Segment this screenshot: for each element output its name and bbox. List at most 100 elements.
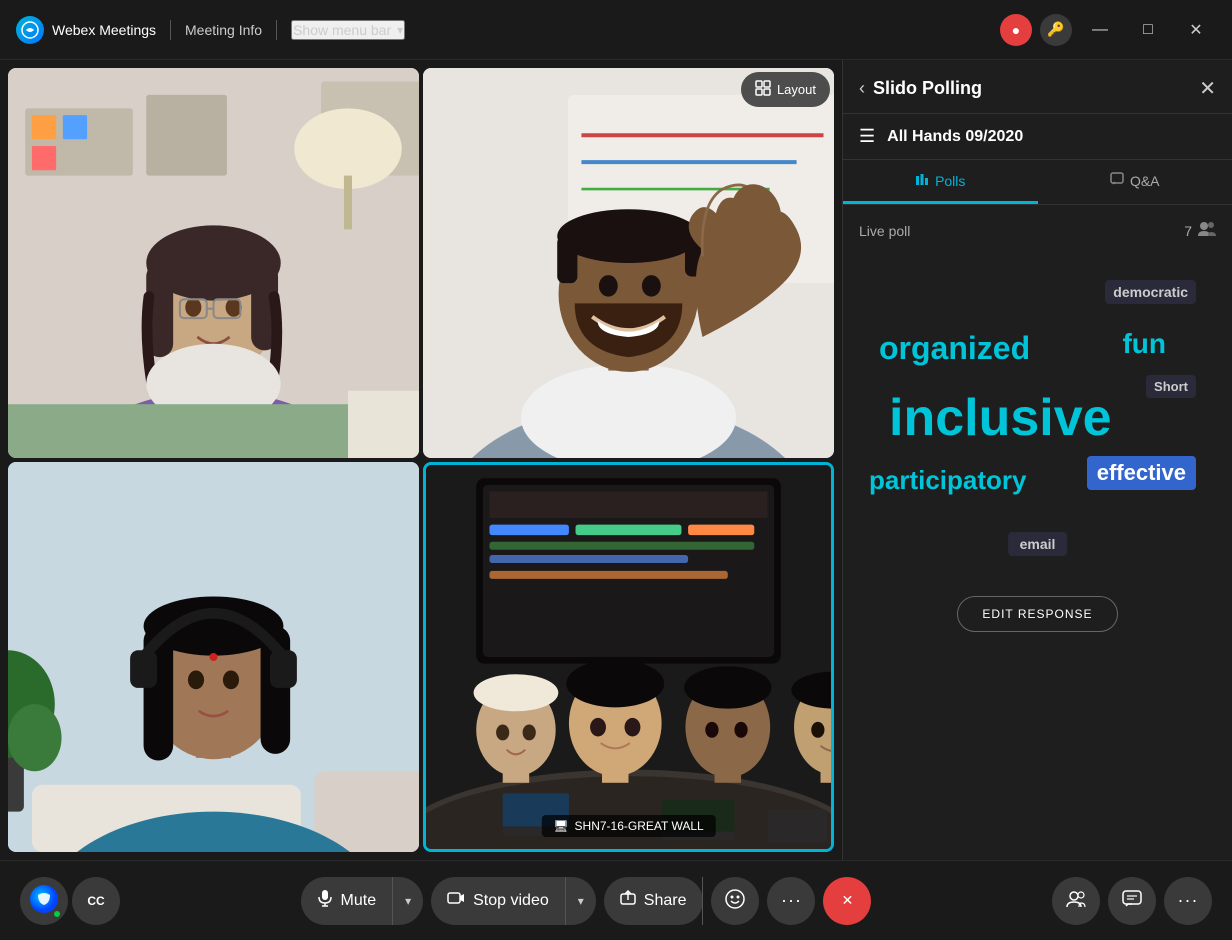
close-button[interactable]: ✕ — [1176, 10, 1216, 50]
slido-content: Live poll 7 democratic org — [843, 205, 1232, 860]
edit-response-button[interactable]: EDIT RESPONSE — [957, 596, 1117, 632]
slido-menu-bar: ☰ All Hands 09/2020 — [843, 114, 1232, 160]
slido-menu-button[interactable]: ☰ — [859, 126, 875, 147]
live-poll-label: Live poll — [859, 223, 910, 239]
stop-video-dropdown-arrow[interactable]: ▾ — [566, 877, 596, 925]
share-label: Share — [644, 892, 687, 910]
title-actions: ● 🔑 — □ ✕ — [1000, 10, 1216, 50]
minimize-button[interactable]: — — [1080, 10, 1120, 50]
slido-panel: ‹ Slido Polling ✕ ☰ All Hands 09/2020 — [842, 60, 1232, 860]
mute-label: Mute — [341, 892, 377, 910]
notification-dot — [52, 909, 62, 919]
chat-icon — [1122, 890, 1142, 911]
webex-assistant-button[interactable] — [20, 877, 68, 925]
slido-collapse-button[interactable]: ‹ — [859, 78, 865, 99]
chat-button[interactable] — [1108, 877, 1156, 925]
reactions-icon — [724, 888, 746, 913]
reactions-button[interactable] — [711, 877, 759, 925]
word-cloud: democratic organized fun Short inclusive… — [859, 260, 1216, 580]
record-button[interactable]: ● — [1000, 14, 1032, 46]
video-area: Layout — [0, 60, 842, 860]
stop-video-label: Stop video — [473, 892, 549, 910]
close-icon: ✕ — [1199, 78, 1216, 100]
more-apps-button[interactable]: ··· — [1164, 877, 1212, 925]
maximize-button[interactable]: □ — [1128, 10, 1168, 50]
chevron-down-icon: ▾ — [405, 894, 411, 908]
mute-button[interactable]: Mute — [301, 877, 394, 925]
slido-tabs: Polls Q&A — [843, 160, 1232, 205]
layout-icon — [755, 80, 771, 99]
word-organized: organized — [879, 330, 1030, 367]
slido-close-button[interactable]: ✕ — [1199, 76, 1216, 101]
close-icon: ✕ — [1189, 20, 1202, 40]
slido-title-label: Slido Polling — [873, 78, 1199, 99]
app-name-label: Webex Meetings — [52, 22, 156, 38]
record-icon: ● — [1012, 22, 1020, 38]
toolbar-left-group: CC — [20, 877, 120, 925]
room-label-text: SHN7-16-GREAT WALL — [575, 819, 704, 833]
qa-icon — [1110, 172, 1124, 189]
room-label: 🖥 SHN7-16-GREAT WALL — [541, 815, 715, 837]
captions-button[interactable]: CC — [72, 877, 120, 925]
monitor-icon: 🖥 — [553, 819, 568, 833]
show-menu-button[interactable]: Show menu bar ▾ — [291, 20, 405, 40]
stop-video-button[interactable]: Stop video — [431, 877, 566, 925]
video-tile-1 — [8, 68, 419, 458]
more-options-button[interactable]: ··· — [767, 877, 815, 925]
toolbar-right-group: ··· — [1052, 877, 1212, 925]
hamburger-icon: ☰ — [859, 126, 875, 146]
slido-event-name: All Hands 09/2020 — [887, 128, 1023, 146]
tab-polls[interactable]: Polls — [843, 160, 1038, 204]
end-call-icon: ✕ — [842, 892, 854, 909]
word-inclusive: inclusive — [889, 388, 1112, 448]
poll-count: 7 — [1184, 221, 1216, 240]
share-icon — [620, 890, 636, 911]
word-fun: fun — [1122, 328, 1166, 360]
chevron-down-icon: ▾ — [397, 23, 403, 37]
polls-icon — [915, 172, 929, 189]
logo-area: Webex Meetings — [16, 16, 156, 44]
mute-dropdown-arrow[interactable]: ▾ — [393, 877, 423, 925]
word-participatory: participatory — [869, 465, 1027, 496]
toolbar: CC Mute ▾ — [0, 860, 1232, 940]
maximize-icon: □ — [1143, 21, 1153, 39]
video-tile-3 — [8, 462, 419, 852]
word-effective: effective — [1087, 456, 1196, 490]
participants-icon — [1198, 221, 1216, 240]
toolbar-center-group: Mute ▾ Stop video ▾ — [301, 877, 872, 925]
chevron-down-icon: ▾ — [578, 894, 584, 908]
end-call-button[interactable]: ✕ — [823, 877, 871, 925]
video-tile-4: 🖥 SHN7-16-GREAT WALL — [423, 462, 834, 852]
titlebar: Webex Meetings Meeting Info Show menu ba… — [0, 0, 1232, 60]
more-icon: ··· — [781, 890, 802, 911]
video-tile-2 — [423, 68, 834, 458]
meeting-info-button[interactable]: Meeting Info — [185, 22, 262, 38]
mute-button-group: Mute ▾ — [301, 877, 424, 925]
chevron-left-icon: ‹ — [859, 78, 865, 98]
word-democratic: democratic — [1105, 280, 1196, 304]
titlebar-divider-1 — [170, 20, 171, 40]
word-short: Short — [1146, 375, 1196, 398]
minimize-icon: — — [1092, 21, 1108, 39]
tab-qa[interactable]: Q&A — [1038, 160, 1232, 204]
key-icon: 🔑 — [1047, 21, 1064, 38]
stop-video-button-group: Stop video ▾ — [431, 877, 596, 925]
more-apps-icon: ··· — [1177, 890, 1198, 911]
word-email: email — [1008, 532, 1068, 556]
video-grid: 🖥 SHN7-16-GREAT WALL — [8, 68, 834, 852]
slido-header: ‹ Slido Polling ✕ — [843, 60, 1232, 114]
main-content: Layout — [0, 60, 1232, 860]
participants-icon — [1066, 890, 1086, 911]
captions-icon: CC — [87, 894, 104, 908]
participants-button[interactable] — [1052, 877, 1100, 925]
participant-count: 7 — [1184, 223, 1192, 239]
live-poll-bar: Live poll 7 — [859, 221, 1216, 240]
microphone-icon — [317, 889, 333, 912]
share-button[interactable]: Share — [604, 877, 704, 925]
titlebar-divider-2 — [276, 20, 277, 40]
camera-icon — [447, 891, 465, 910]
share-button-group: Share — [604, 877, 704, 925]
webex-logo-icon — [16, 16, 44, 44]
layout-button[interactable]: Layout — [741, 72, 830, 107]
key-button[interactable]: 🔑 — [1040, 14, 1072, 46]
